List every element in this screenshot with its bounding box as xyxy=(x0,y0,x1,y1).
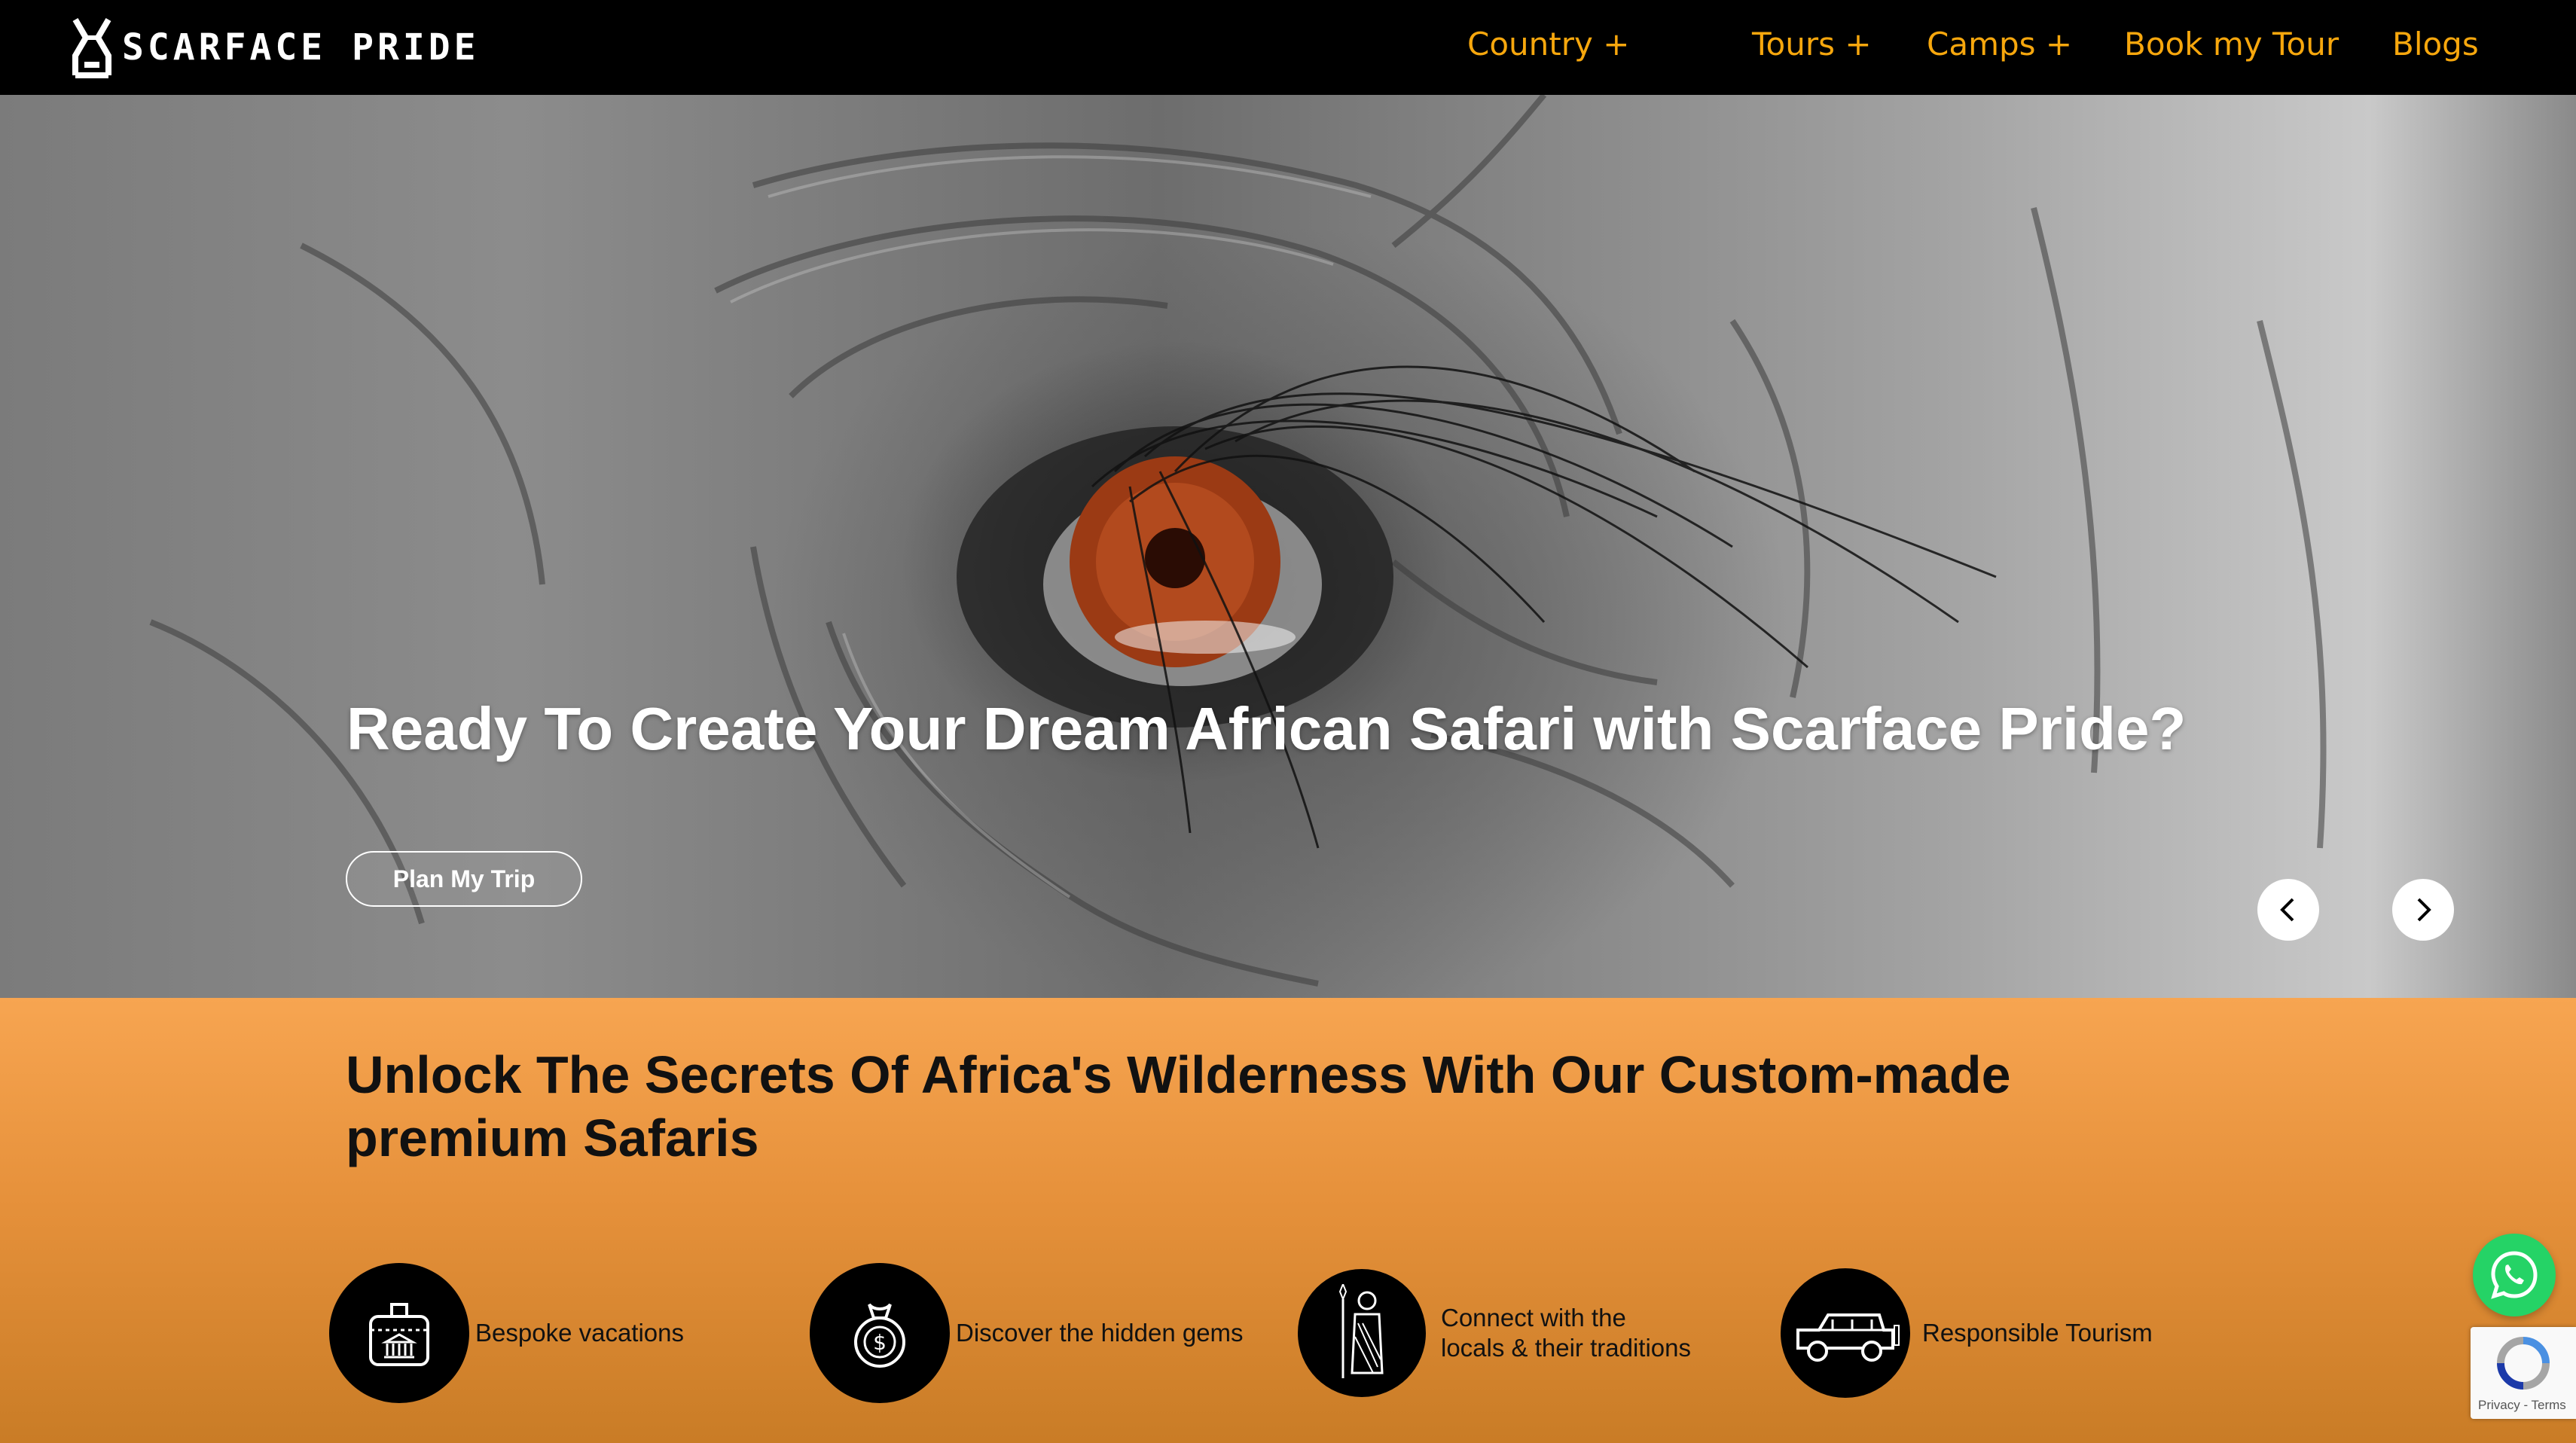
recaptcha-icon xyxy=(2497,1337,2550,1390)
logo-icon xyxy=(72,17,111,78)
chevron-left-icon xyxy=(2280,898,2294,922)
feature-bespoke-vacations: Bespoke vacations xyxy=(329,1261,684,1405)
tribal-person-icon xyxy=(1298,1269,1426,1397)
brand-logo[interactable]: SCARFACE PRIDE xyxy=(69,15,480,80)
chevron-right-icon xyxy=(2417,898,2431,922)
nav-camps[interactable]: Camps + xyxy=(1927,26,2072,63)
feature-label: Bespoke vacations xyxy=(475,1319,685,1347)
whatsapp-icon xyxy=(2491,1251,2538,1299)
nav-country[interactable]: Country + xyxy=(1467,26,1629,63)
safari-jeep-icon xyxy=(1781,1268,1910,1398)
feature-label: Responsible Tourism xyxy=(1922,1319,2153,1347)
nav-blogs[interactable]: Blogs xyxy=(2392,26,2479,63)
carousel-prev-button[interactable] xyxy=(2257,879,2319,941)
svg-text:$: $ xyxy=(873,1330,887,1355)
feature-responsible-tourism: Responsible Tourism xyxy=(1781,1261,2153,1405)
nav-book-my-tour[interactable]: Book my Tour xyxy=(2124,26,2339,63)
top-navbar: SCARFACE PRIDE Country + Tours + Camps +… xyxy=(0,0,2576,95)
section-heading: Unlock The Secrets Of Africa's Wildernes… xyxy=(346,1045,2011,1167)
brand-name: SCARFACE PRIDE xyxy=(122,26,480,69)
hero-banner: Ready To Create Your Dream African Safar… xyxy=(0,95,2576,998)
feature-label: Discover the hidden gems xyxy=(956,1319,1244,1347)
suitcase-bank-icon xyxy=(329,1263,469,1403)
feature-label: Connect with the locals & their traditio… xyxy=(1441,1303,1691,1363)
whatsapp-chat-button[interactable] xyxy=(2473,1234,2556,1316)
carousel-next-button[interactable] xyxy=(2392,879,2454,941)
recaptcha-links[interactable]: Privacy - Terms xyxy=(2478,1398,2566,1413)
plan-my-trip-button[interactable]: Plan My Trip xyxy=(346,851,582,907)
recaptcha-badge[interactable]: Privacy - Terms xyxy=(2471,1327,2576,1419)
feature-connect-locals: Connect with the locals & their traditio… xyxy=(1298,1261,1691,1405)
hero-title: Ready To Create Your Dream African Safar… xyxy=(346,695,2187,762)
feature-hidden-gems: $ Discover the hidden gems xyxy=(810,1261,1244,1405)
feature-label-line-2: locals & their traditions xyxy=(1441,1334,1691,1362)
features-section: Unlock The Secrets Of Africa's Wildernes… xyxy=(0,998,2576,1443)
feature-label-line-1: Connect with the xyxy=(1441,1304,1626,1332)
money-bag-icon: $ xyxy=(810,1263,950,1403)
nav-tours[interactable]: Tours + xyxy=(1752,26,1872,63)
